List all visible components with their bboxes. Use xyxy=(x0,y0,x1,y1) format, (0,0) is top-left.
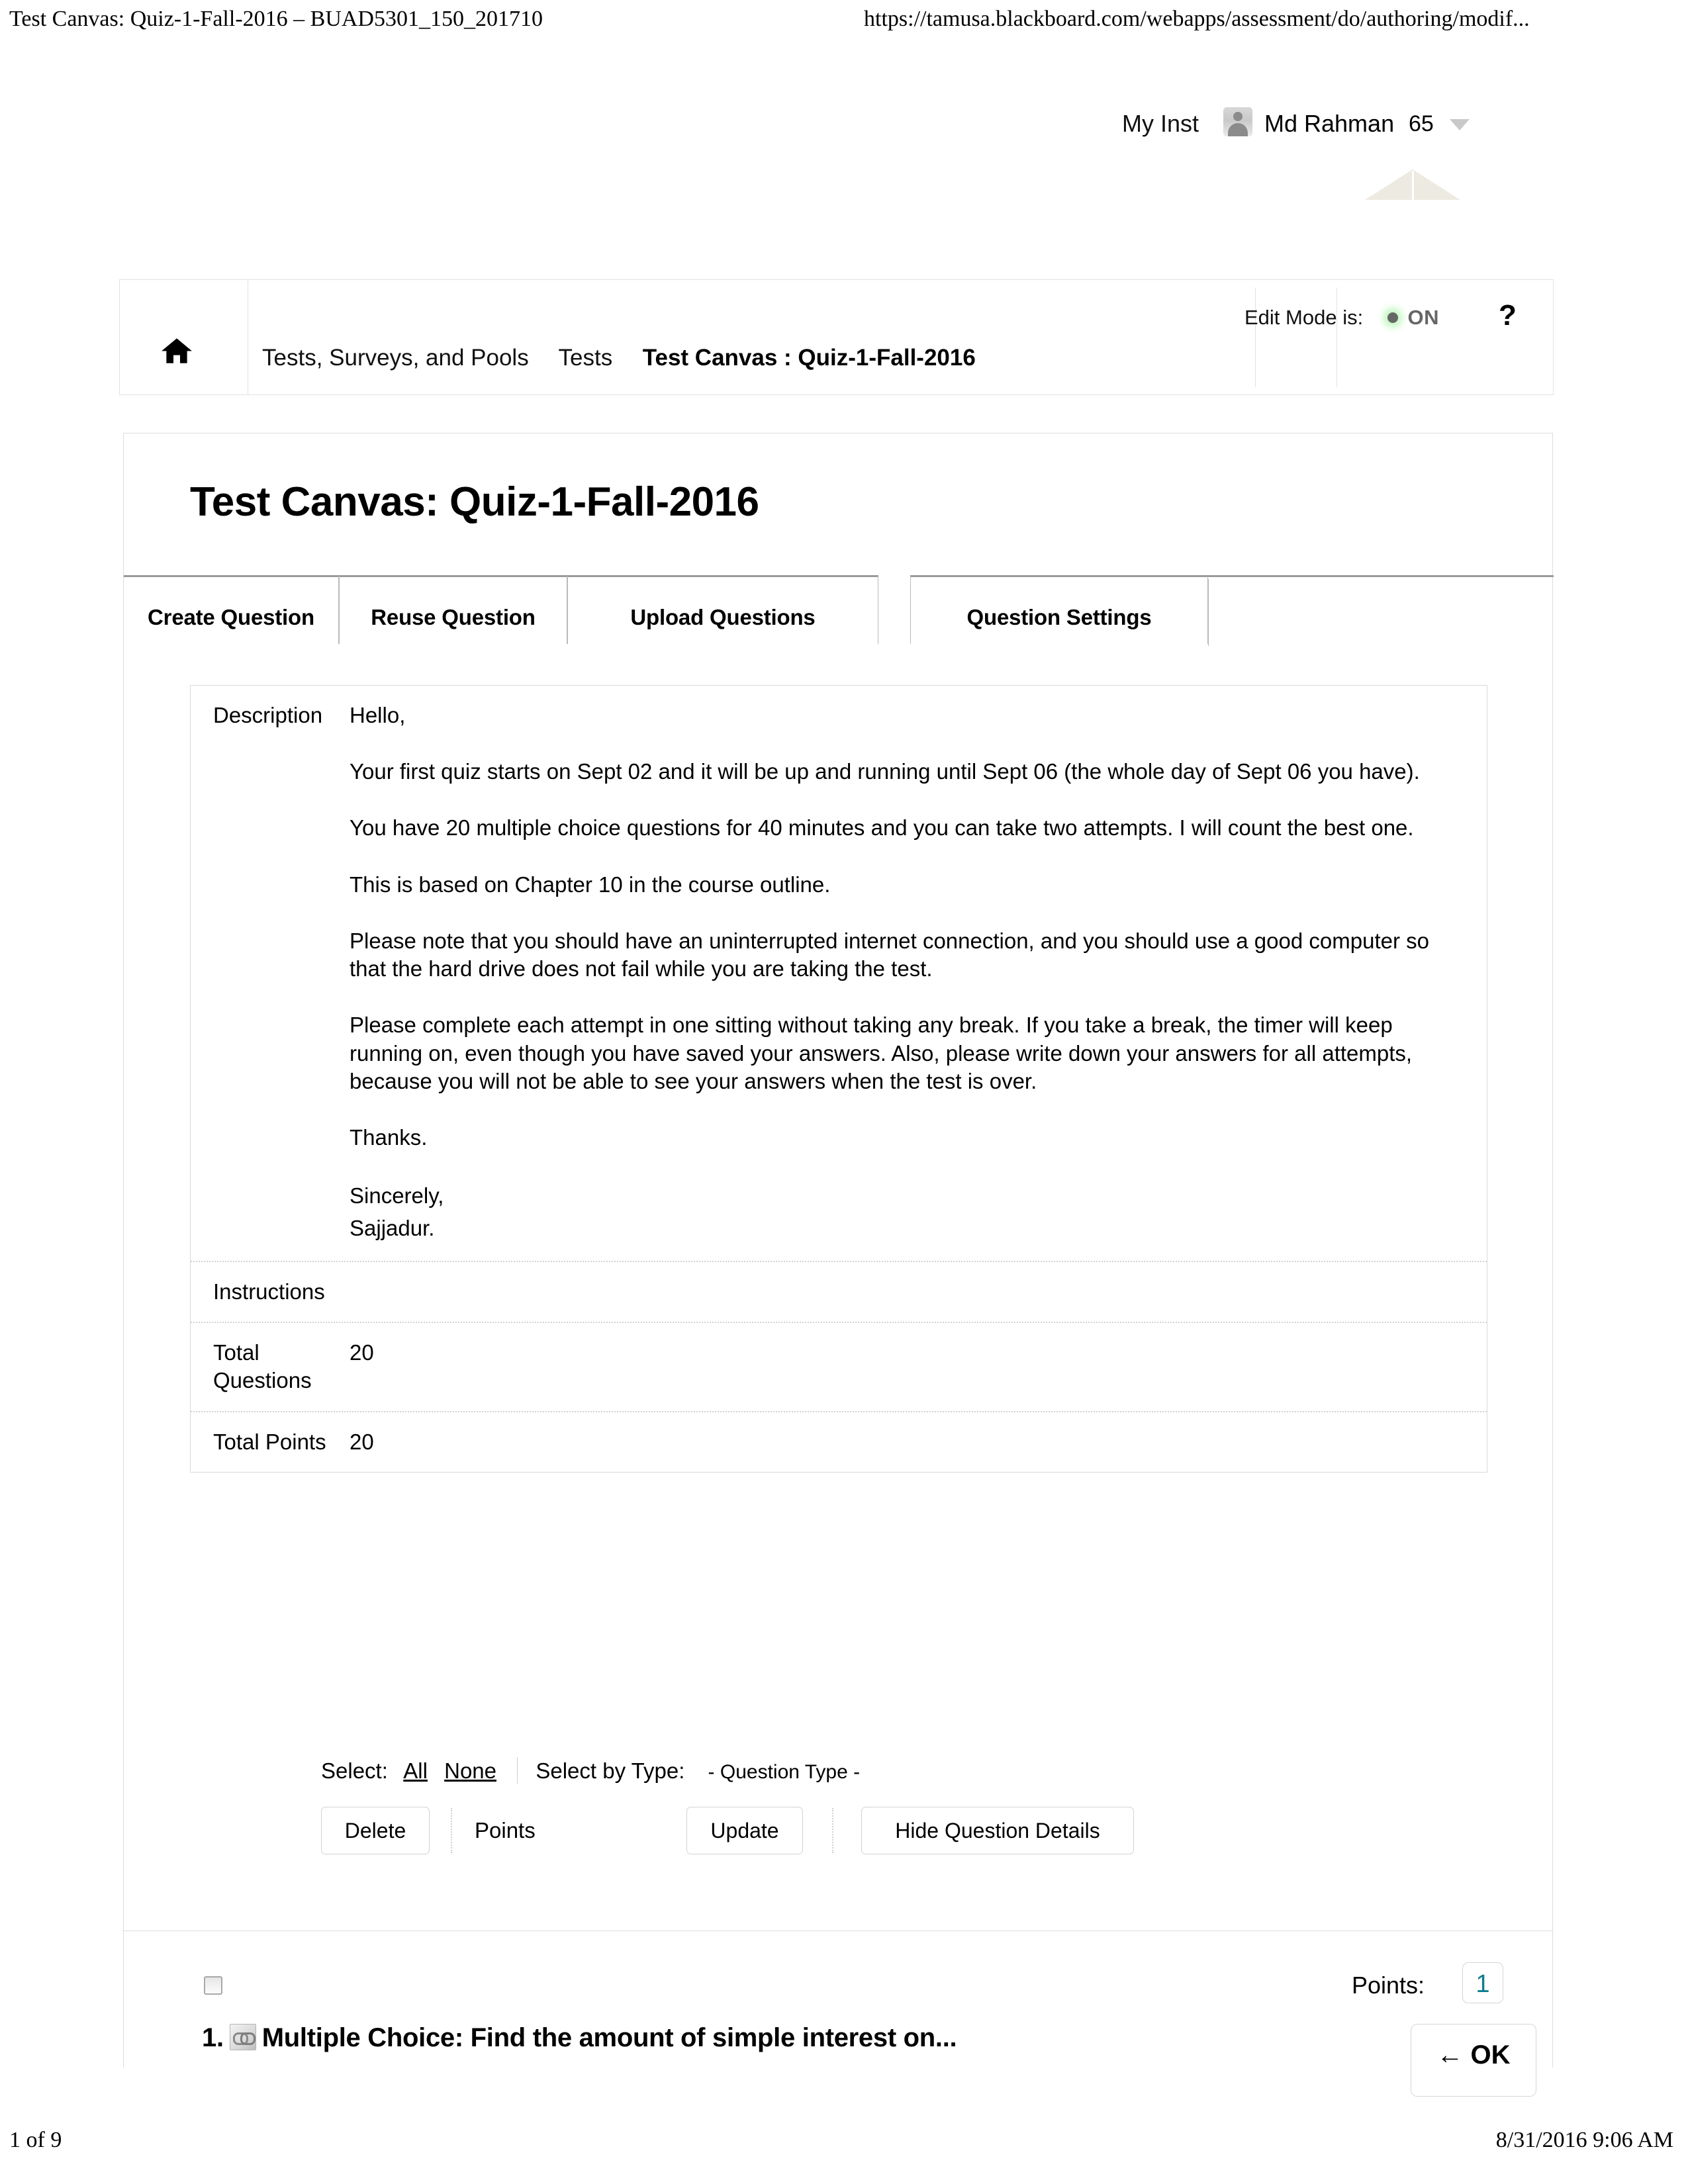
question-points-label: Points: xyxy=(1352,1972,1425,1999)
my-institution-link[interactable]: My Inst xyxy=(1122,110,1199,138)
question-type-icon xyxy=(229,2024,256,2050)
tab-create-question[interactable]: Create Question xyxy=(124,575,339,644)
total-points-label: Total Points xyxy=(213,1429,326,1454)
button-row-divider-1 xyxy=(451,1808,453,1853)
breadcrumb-divider-1 xyxy=(1255,288,1256,387)
total-questions-label: Total Questions xyxy=(213,1340,312,1393)
select-none-link[interactable]: None xyxy=(444,1758,496,1783)
update-button-label: Update xyxy=(710,1819,779,1843)
hide-question-details-label: Hide Question Details xyxy=(895,1819,1100,1843)
tab-upload-questions-label: Upload Questions xyxy=(630,605,816,629)
table-row-description: Description Hello, Your first quiz start… xyxy=(191,686,1487,1261)
description-paragraph-2: You have 20 multiple choice questions fo… xyxy=(350,815,1414,841)
toolbar-separator xyxy=(517,1757,518,1784)
question-points-value: 1 xyxy=(1476,1970,1490,1998)
decorative-triangle-split xyxy=(1412,171,1414,200)
breadcrumb-item-tests[interactable]: Tests xyxy=(559,345,613,371)
delete-button-label: Delete xyxy=(344,1819,406,1843)
description-paragraph-3: This is based on Chapter 10 in the cours… xyxy=(350,872,831,897)
tab-question-settings[interactable]: Question Settings xyxy=(910,575,1208,644)
user-name-label[interactable]: Md Rahman xyxy=(1264,110,1394,138)
question-title: 1. Multiple Choice: Find the amount of si… xyxy=(202,2023,957,2053)
description-signoff: Sincerely, Sajjadur. xyxy=(350,1180,1463,1245)
question-mark-help-icon[interactable]: ? xyxy=(1499,299,1517,332)
description-body: Hello, Your first quiz starts on Sept 02… xyxy=(350,686,1487,1261)
edit-mode-state: ON xyxy=(1407,306,1439,329)
question-type-select[interactable]: - Question Type - xyxy=(708,1761,861,1783)
ok-button-label: ← OK xyxy=(1436,2040,1511,2070)
table-row-instructions: Instructions xyxy=(191,1261,1487,1322)
print-header-url: https://tamusa.blackboard.com/webapps/as… xyxy=(864,7,1530,31)
page-title: Test Canvas: Quiz-1-Fall-2016 xyxy=(190,479,759,525)
print-footer-timestamp: 8/31/2016 9:06 AM xyxy=(1495,2128,1673,2152)
tab-question-settings-label: Question Settings xyxy=(966,605,1152,629)
update-button[interactable]: Update xyxy=(686,1807,803,1854)
select-all-link[interactable]: All xyxy=(403,1758,428,1783)
tab-create-question-label: Create Question xyxy=(148,605,314,629)
description-paragraph-1: Your first quiz starts on Sept 02 and it… xyxy=(350,759,1420,784)
print-header-title: Test Canvas: Quiz-1-Fall-2016 – BUAD5301… xyxy=(9,7,543,31)
table-row-total-questions: Total Questions 20 xyxy=(191,1322,1487,1410)
total-questions-value: 20 xyxy=(350,1340,374,1365)
instructions-label: Instructions xyxy=(213,1279,325,1304)
points-label: Points xyxy=(475,1818,536,1843)
home-icon xyxy=(162,338,192,363)
description-paragraph-0: Hello, xyxy=(350,703,406,727)
description-paragraph-4: Please note that you should have an unin… xyxy=(350,928,1429,981)
browser-print-footer: 1 of 9 8/31/2016 9:06 AM xyxy=(0,2128,1688,2174)
global-user-bar: My Inst Md Rahman 65 xyxy=(1059,101,1523,154)
browser-print-header: Test Canvas: Quiz-1-Fall-2016 – BUAD5301… xyxy=(0,0,1688,60)
question-select-checkbox[interactable] xyxy=(204,1976,222,1995)
breadcrumb-home-button[interactable] xyxy=(120,280,248,394)
breadcrumb-bar: Tests, Surveys, and Pools Tests Test Can… xyxy=(119,279,1554,395)
question-number: 1. xyxy=(202,2023,224,2052)
select-by-type-label: Select by Type: xyxy=(536,1758,685,1783)
question-list-item: 1. Multiple Choice: Find the amount of si… xyxy=(124,1931,1552,2097)
ok-button[interactable]: ← OK xyxy=(1411,2024,1536,2097)
notification-count[interactable]: 65 xyxy=(1409,111,1434,137)
tab-reuse-question[interactable]: Reuse Question xyxy=(339,575,567,644)
tab-reuse-question-label: Reuse Question xyxy=(371,605,536,629)
hide-question-details-button[interactable]: Hide Question Details xyxy=(861,1807,1134,1854)
signoff-line-2: Sajjadur. xyxy=(350,1216,435,1241)
description-paragraph-5: Please complete each attempt in one sitt… xyxy=(350,1013,1413,1093)
button-row-divider-2 xyxy=(832,1808,835,1853)
main-content-panel: Test Canvas: Quiz-1-Fall-2016 Create Que… xyxy=(123,433,1554,2097)
action-bar-tabs: Create Question Reuse Question Upload Qu… xyxy=(124,575,1554,646)
table-row-total-points: Total Points 20 xyxy=(191,1410,1487,1472)
breadcrumb: Tests, Surveys, and Pools Tests Test Can… xyxy=(262,345,976,371)
question-title-text[interactable]: Multiple Choice: Find the amount of simp… xyxy=(262,2023,957,2052)
total-points-value: 20 xyxy=(350,1429,374,1454)
instructions-value xyxy=(350,1262,1487,1294)
edit-mode-label: Edit Mode is: xyxy=(1244,306,1364,329)
edit-mode-indicator-icon xyxy=(1387,312,1398,323)
signoff-line-1: Sincerely, xyxy=(350,1183,444,1208)
tab-bar-trailing-edge xyxy=(1208,575,1554,646)
breadcrumb-divider-2 xyxy=(1336,288,1337,387)
select-label: Select: xyxy=(321,1758,388,1783)
breadcrumb-item-current: Test Canvas : Quiz-1-Fall-2016 xyxy=(642,345,976,371)
tab-upload-questions[interactable]: Upload Questions xyxy=(567,575,878,644)
delete-button[interactable]: Delete xyxy=(321,1807,430,1854)
selection-toolbar: Select: All None Select by Type: - Quest… xyxy=(321,1757,860,1784)
user-avatar-icon xyxy=(1223,107,1252,136)
breadcrumb-item-tests-surveys-pools[interactable]: Tests, Surveys, and Pools xyxy=(262,345,529,371)
question-points-input[interactable]: 1 xyxy=(1462,1962,1503,2003)
test-info-table: Description Hello, Your first quiz start… xyxy=(190,685,1487,1473)
edit-mode-toggle[interactable]: Edit Mode is: ON xyxy=(1244,306,1439,330)
description-label: Description xyxy=(213,703,323,727)
chevron-down-icon[interactable] xyxy=(1450,119,1470,130)
print-footer-page: 1 of 9 xyxy=(9,2128,62,2152)
description-paragraph-6: Thanks. xyxy=(350,1125,428,1150)
